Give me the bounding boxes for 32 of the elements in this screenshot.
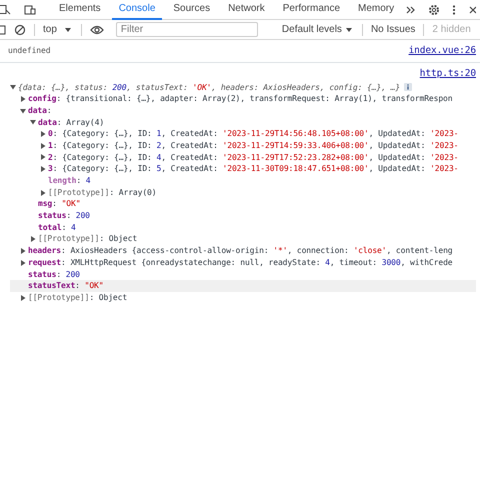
filter-field[interactable]: Filter <box>116 22 258 37</box>
issues-button[interactable]: No Issues <box>370 22 416 37</box>
hidden-count: 2 hidden <box>432 23 471 37</box>
property-text: statusText: "OK" <box>28 280 104 292</box>
tab[interactable]: Performance <box>276 0 348 20</box>
tab[interactable]: Network <box>221 0 272 20</box>
property-text: 0: {Category: {…}, ID: 1, CreatedAt: '2023-11-29T14:56:48.105+08:00', UpdatedAt: '2023- <box>48 128 458 140</box>
property-text: 2: {Category: {…}, ID: 4, CreatedAt: '2023-11-29T17:52:23.282+08:00', UpdatedAt: '2023- <box>48 152 458 164</box>
property-text: status: 200 <box>28 268 80 280</box>
property-text: [[Prototype]]: Object <box>28 292 128 304</box>
tab[interactable]: Elements <box>52 0 108 20</box>
property-text: [[Prototype]]: Array(0) <box>48 186 156 198</box>
property-text: request: XMLHttpRequest {onreadystatechange: null, readyState: 4, timeout: 3000, withCrede <box>28 256 453 269</box>
levels-dropdown[interactable]: Default levels <box>282 22 354 37</box>
tab[interactable]: Sources <box>166 0 218 20</box>
property-text: config: {transitional: {…}, adapter: Array(2), transformRequest: Array(1), transformRespon <box>28 93 452 105</box>
context-dropdown[interactable]: top <box>43 22 73 37</box>
property-text: headers: AxiosHeaders {access-control-allow-origin: '*', connection: 'close', content-leng <box>28 245 452 257</box>
property-text: {data: {…}, status: 200, statusText: 'OK', headers: AxiosHeaders, config: {…}, …} <box>18 82 400 94</box>
property-text: length: 4 <box>48 175 90 187</box>
property-text: data: <box>28 104 52 117</box>
property-text: msg: "OK" <box>38 198 80 210</box>
property-text: [[Prototype]]: Object <box>38 233 138 246</box>
property-text: data: Array(4) <box>38 116 104 128</box>
source-link[interactable]: http.ts:20 <box>420 67 476 82</box>
property-text: 3: {Category: {…}, ID: 5, CreatedAt: '2023-11-30T09:18:47.651+08:00', UpdatedAt: '2023- <box>48 163 458 176</box>
log-text: undefined <box>8 45 50 58</box>
property-text: status: 200 <box>38 210 90 222</box>
property-text: total: 4 <box>38 222 76 234</box>
property-text: 1: {Category: {…}, ID: 2, CreatedAt: '2023-11-29T14:59:33.406+08:00', UpdatedAt: '2023- <box>48 140 458 152</box>
tab[interactable]: Memory <box>351 0 402 20</box>
source-link[interactable]: index.vue:26 <box>408 44 476 58</box>
